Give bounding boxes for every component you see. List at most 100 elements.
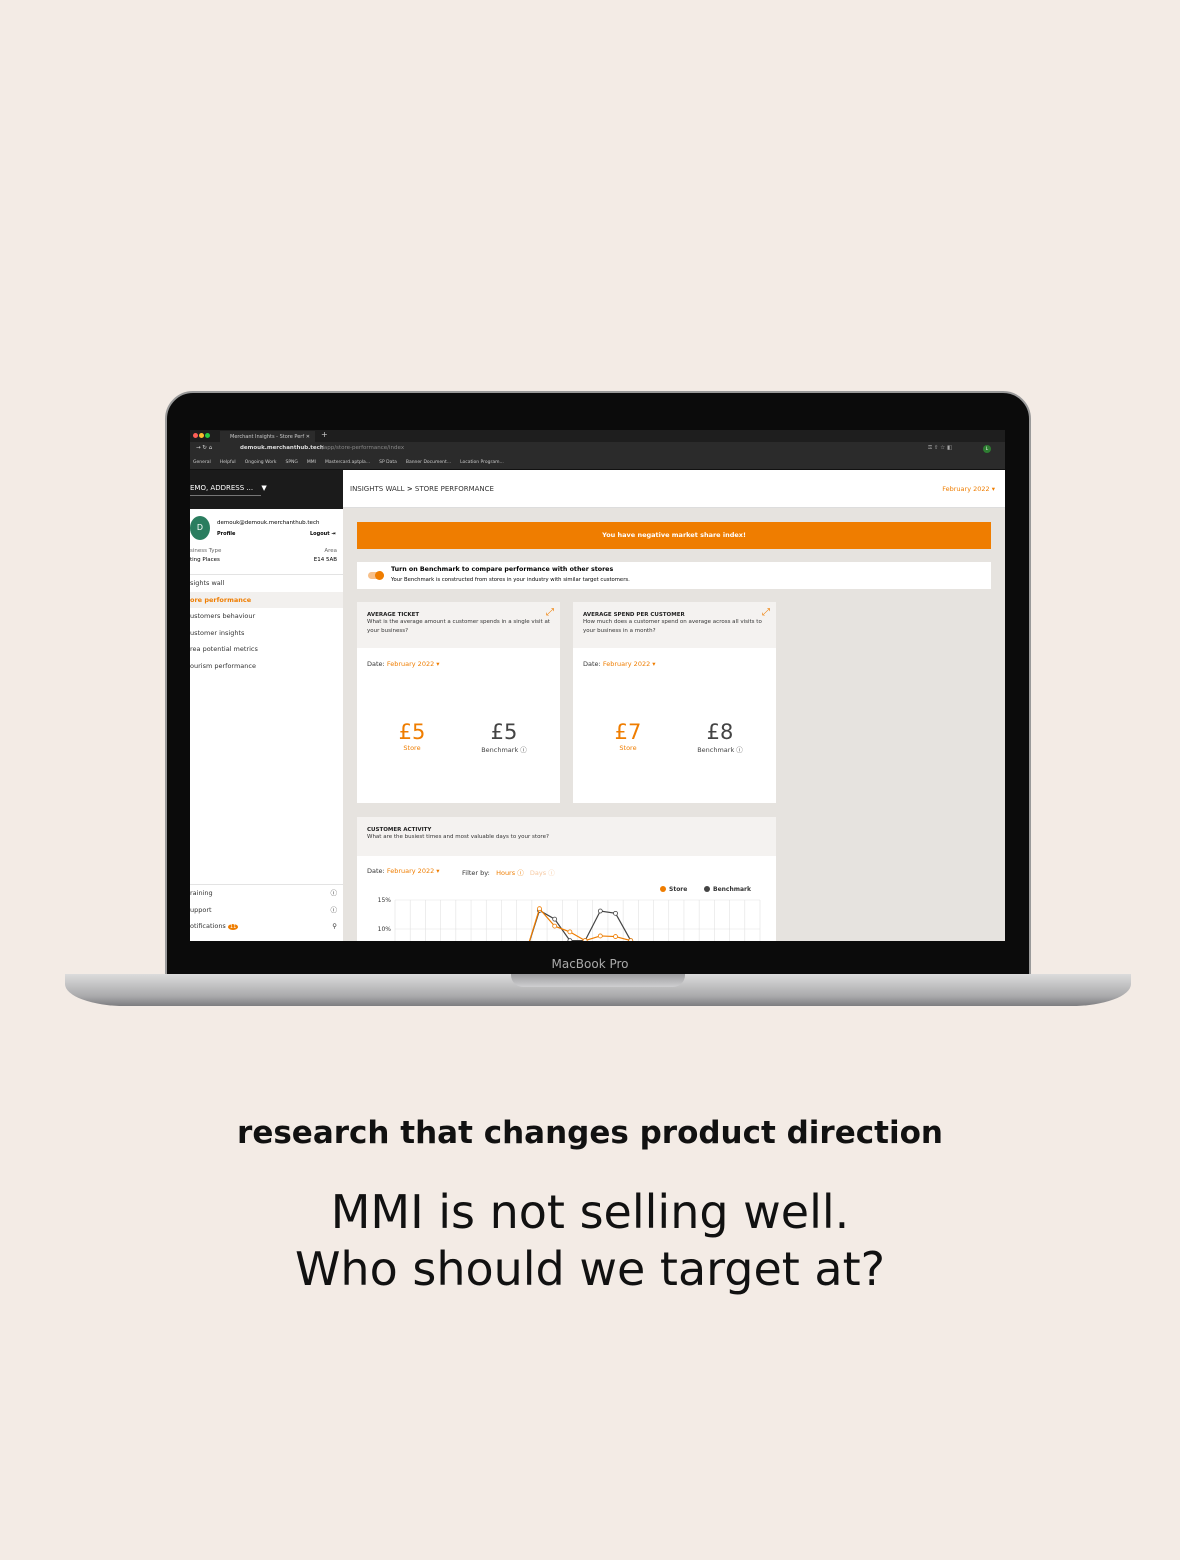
- browser-tab[interactable]: Merchant Insights - Store Perf ✕: [220, 431, 315, 442]
- account-select-value: EMO, ADDRESS ...: [190, 484, 262, 496]
- sidebar-item-store-performance[interactable]: ore performance: [190, 591, 343, 608]
- laptop-label: MacBook Pro: [551, 957, 629, 971]
- bookmark[interactable]: Helpful: [220, 460, 236, 465]
- account-select[interactable]: EMO, ADDRESS ... ▼: [190, 470, 343, 509]
- filter-hours-label: Hours: [496, 869, 516, 877]
- data-point: [567, 938, 573, 941]
- store-value: £7: [614, 720, 642, 744]
- benchmark-value: £8: [706, 720, 734, 744]
- date-value: February 2022: [386, 867, 435, 875]
- bookmark[interactable]: Mastercard.aptpla...: [325, 460, 370, 465]
- sidebar-item-insights-wall[interactable]: sights wall: [190, 575, 343, 592]
- browser-avatar[interactable]: L: [983, 445, 991, 453]
- bookmarks-bar: General Helpful Ongoing Work SPNG MMI Ma…: [190, 456, 1005, 470]
- sidebar-item-area-potential[interactable]: rea potential metrics: [190, 641, 343, 658]
- data-point: [552, 923, 558, 929]
- info-icon: ⓘ: [330, 889, 338, 897]
- bookmark[interactable]: SP Data: [379, 460, 397, 465]
- date-select[interactable]: Date: February 2022 ▾: [367, 660, 440, 668]
- expand-icon[interactable]: ⤢: [762, 607, 770, 618]
- url-path[interactable]: /app/store-performance/index: [322, 445, 404, 451]
- benchmark-toggle-panel: Turn on Benchmark to compare performance…: [357, 562, 991, 589]
- tab-title: Merchant Insights - Store Perf: [230, 434, 305, 440]
- url-host[interactable]: demouk.merchanthub.tech: [240, 445, 324, 451]
- bookmark[interactable]: General: [193, 460, 211, 465]
- header-date: February 2022: [942, 485, 990, 493]
- filter-days[interactable]: Days ⓘ: [526, 869, 555, 877]
- store-label: Store: [403, 744, 421, 752]
- benchmark-toggle[interactable]: [368, 571, 384, 580]
- bookmark[interactable]: SPNG: [285, 460, 297, 465]
- benchmark-label: Benchmark: [697, 746, 735, 754]
- legend-marker: [704, 886, 710, 892]
- info-icon[interactable]: ⓘ: [736, 746, 743, 754]
- sidebar-item-support[interactable]: upport ⓘ: [190, 902, 343, 919]
- close-window-icon[interactable]: [193, 433, 198, 438]
- bookmark[interactable]: Ongoing Work: [245, 460, 277, 465]
- date-label: Date:: [583, 660, 601, 668]
- bookmark[interactable]: Location Program...: [460, 460, 504, 465]
- area-label: Area: [324, 548, 337, 554]
- business-type: ting Places: [190, 557, 220, 563]
- date-value: February 2022: [602, 660, 651, 668]
- nav-icons[interactable]: → ↻ ⌂: [196, 445, 212, 451]
- user-email: demouk@demouk.merchanthub.tech: [217, 520, 320, 526]
- header-date-select[interactable]: February 2022 ▾: [942, 485, 995, 493]
- customer-activity-chart: 15% 10% Store Benchmark: [378, 886, 761, 941]
- customer-activity-card: CUSTOMER ACTIVITY What are the busiest ti…: [357, 817, 776, 941]
- sidebar: EMO, ADDRESS ... ▼ D demouk@demouk.merch…: [190, 470, 343, 941]
- legend-marker: [660, 886, 666, 892]
- card-description: What is the average amount a customer sp…: [367, 619, 550, 634]
- date-value: February 2022: [386, 660, 435, 668]
- caption-question: MMI is not selling well. Who should we ta…: [0, 1184, 1180, 1298]
- breadcrumb: INSIGHTS WALL > STORE PERFORMANCE: [350, 485, 494, 493]
- sidebar-item-notifications[interactable]: otifications 11 ⚲: [190, 918, 343, 935]
- store-label: Store: [619, 744, 637, 752]
- y-tick-label: 15%: [378, 897, 392, 904]
- caption-line-2: Who should we target at?: [294, 1242, 886, 1296]
- sidebar-item-tourism[interactable]: ourism performance: [190, 658, 343, 675]
- maximize-window-icon[interactable]: [205, 433, 210, 438]
- breadcrumb-root[interactable]: INSIGHTS WALL: [350, 485, 405, 493]
- date-select[interactable]: Date: February 2022 ▾: [583, 660, 656, 668]
- sidebar-item-customers-behaviour[interactable]: ustomers behaviour: [190, 608, 343, 625]
- legend-label: Store: [669, 886, 687, 893]
- sidebar-item-customer-insights[interactable]: ustomer insights: [190, 625, 343, 642]
- info-icon[interactable]: ⓘ: [520, 746, 527, 754]
- data-point: [613, 910, 618, 916]
- area-value: E14 5AB: [313, 557, 337, 563]
- info-icon: ⓘ: [330, 905, 338, 914]
- logout-link[interactable]: Logout ⇥: [310, 531, 336, 537]
- expand-icon[interactable]: ⤢: [546, 607, 554, 618]
- store-value: £5: [398, 720, 426, 744]
- benchmark-title: Turn on Benchmark to compare performance…: [391, 566, 614, 573]
- sidebar-item-training[interactable]: raining ⓘ: [190, 885, 343, 902]
- card-description: How much does a customer spend on averag…: [583, 619, 762, 634]
- date-label: Date:: [367, 867, 385, 875]
- top-bar: INSIGHTS WALL > STORE PERFORMANCE Februa…: [343, 470, 1005, 508]
- card-description: What are the busiest times and most valu…: [367, 834, 549, 840]
- data-point: [613, 934, 618, 939]
- average-ticket-card: AVERAGE TICKET What is the average amount…: [357, 602, 560, 803]
- chevron-down-icon: ▼: [261, 484, 267, 492]
- address-bar[interactable]: → ↻ ⌂ demouk.merchanthub.tech /app/store…: [190, 442, 1005, 456]
- browser-action-icons[interactable]: ⚿ ⇧ ☆ ◧: [928, 445, 952, 452]
- bookmark[interactable]: MMI: [307, 460, 316, 465]
- data-point: [582, 938, 588, 941]
- filter-hours[interactable]: Hours ⓘ: [492, 869, 524, 877]
- minimize-window-icon[interactable]: [199, 433, 204, 438]
- data-point: [537, 906, 542, 912]
- negative-market-share-alert: You have negative market share index!: [357, 522, 991, 549]
- support-label: upport: [190, 905, 212, 914]
- notifications-badge: 11: [227, 924, 239, 930]
- profile-link[interactable]: Profile: [217, 531, 235, 537]
- average-spend-card: AVERAGE SPEND PER CUSTOMER How much does …: [573, 602, 776, 803]
- logout-label: Logout: [310, 531, 330, 537]
- pin-icon: ⚲: [332, 922, 337, 930]
- new-tab-icon[interactable]: +: [321, 430, 328, 439]
- benchmark-value: £5: [490, 720, 518, 744]
- date-select[interactable]: Date: February 2022 ▾: [367, 867, 440, 875]
- legend-label: Benchmark: [713, 886, 752, 893]
- data-point: [597, 933, 603, 939]
- bookmark[interactable]: Banner Document...: [406, 460, 451, 465]
